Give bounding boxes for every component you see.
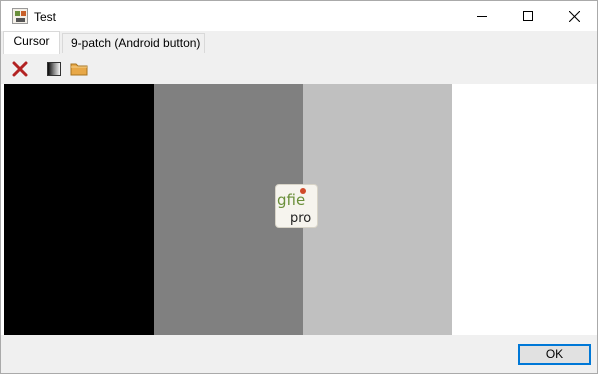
close-icon (568, 10, 580, 22)
background-gradient-icon (47, 62, 61, 76)
ok-button[interactable]: OK (518, 344, 591, 365)
close-button[interactable] (551, 1, 597, 31)
window-title: Test (34, 10, 57, 24)
tab-bar: Cursor 9-patch (Android button) (1, 31, 597, 54)
cursor-image: gfie pro (275, 184, 318, 228)
tab-cursor[interactable]: Cursor (3, 31, 60, 54)
minimize-icon (477, 16, 487, 17)
open-folder-button[interactable] (69, 59, 89, 79)
gfie-pro-logo: gfie pro (277, 188, 311, 226)
logo-text-bottom: pro (290, 211, 311, 226)
maximize-icon (523, 11, 533, 21)
background-band-light-gray (303, 84, 452, 335)
background-band-black (4, 84, 154, 335)
background-button[interactable] (44, 59, 64, 79)
tab-9-patch[interactable]: 9-patch (Android button) (62, 33, 205, 53)
app-icon (12, 8, 28, 24)
cursor-preview-canvas[interactable]: gfie pro (4, 84, 597, 335)
toolbar (1, 53, 597, 84)
dialog-window: Test Cursor 9-patch (Android button) gfi… (0, 0, 598, 374)
delete-button[interactable] (10, 59, 30, 79)
maximize-button[interactable] (505, 1, 551, 31)
minimize-button[interactable] (459, 1, 505, 31)
red-x-icon (12, 61, 28, 77)
logo-text-top: gfie (277, 191, 305, 209)
folder-icon (70, 63, 88, 76)
footer: OK (1, 335, 597, 373)
title-bar[interactable]: Test (1, 1, 597, 31)
background-band-white (452, 84, 597, 335)
